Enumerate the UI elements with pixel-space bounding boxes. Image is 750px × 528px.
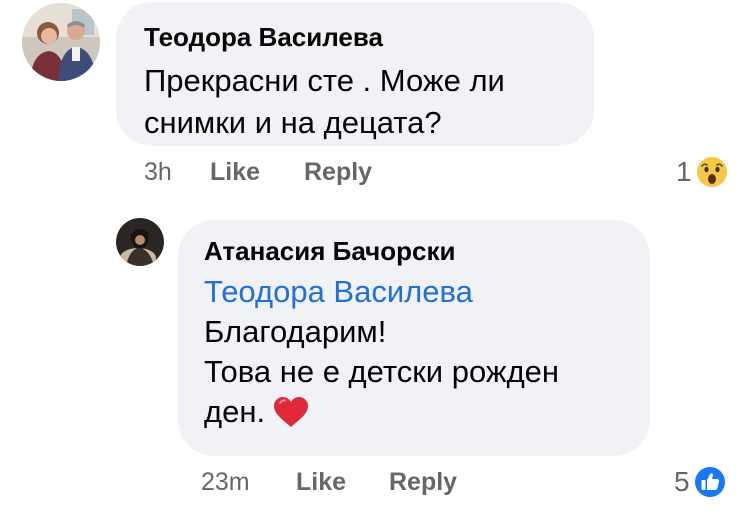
comment-reply-button[interactable]: Reply [304, 157, 372, 187]
comment-author[interactable]: Теодора Василева [144, 20, 566, 54]
comment-bubble: Теодора Василева Прекрасни сте . Може ли… [116, 2, 594, 146]
like-reaction-icon [693, 465, 727, 499]
reply-text-line-2: Това не е детски рожден [204, 354, 560, 389]
reply-author[interactable]: Атанасия Бачорски [204, 234, 624, 268]
comment-like-button[interactable]: Like [210, 157, 260, 187]
reply-reactions[interactable]: 5 [674, 464, 727, 500]
reply-actions: 23m Like Reply [201, 467, 481, 497]
comment-actions: 3h Like Reply [144, 157, 404, 187]
replier-avatar[interactable] [116, 218, 164, 266]
reply-reply-button[interactable]: Reply [389, 467, 457, 497]
reply-text-line-3: ден. [204, 392, 624, 432]
reply-bubble: Атанасия Бачорски Теодора Василева Благо… [178, 220, 650, 456]
reply-like-button[interactable]: Like [296, 467, 346, 497]
reply-text-line-3-label: ден. [204, 394, 266, 429]
comment-text-line-1: Прекрасни сте . Може ли [144, 63, 505, 98]
comment-reactions[interactable]: 1 [676, 154, 729, 190]
comment-timestamp[interactable]: 3h [144, 157, 172, 187]
comment-text-line-2: снимки и на децата? [144, 105, 442, 140]
reply-text-line-1: Благодарим! [204, 314, 387, 349]
heart-icon [273, 396, 309, 428]
wow-reaction-icon [695, 155, 729, 189]
reply-timestamp[interactable]: 23m [201, 467, 250, 497]
commenter-avatar[interactable] [22, 3, 100, 81]
reply-reaction-count: 5 [674, 466, 690, 497]
reply-mention-link[interactable]: Теодора Василева [204, 272, 624, 312]
comment-reaction-count: 1 [676, 156, 692, 187]
